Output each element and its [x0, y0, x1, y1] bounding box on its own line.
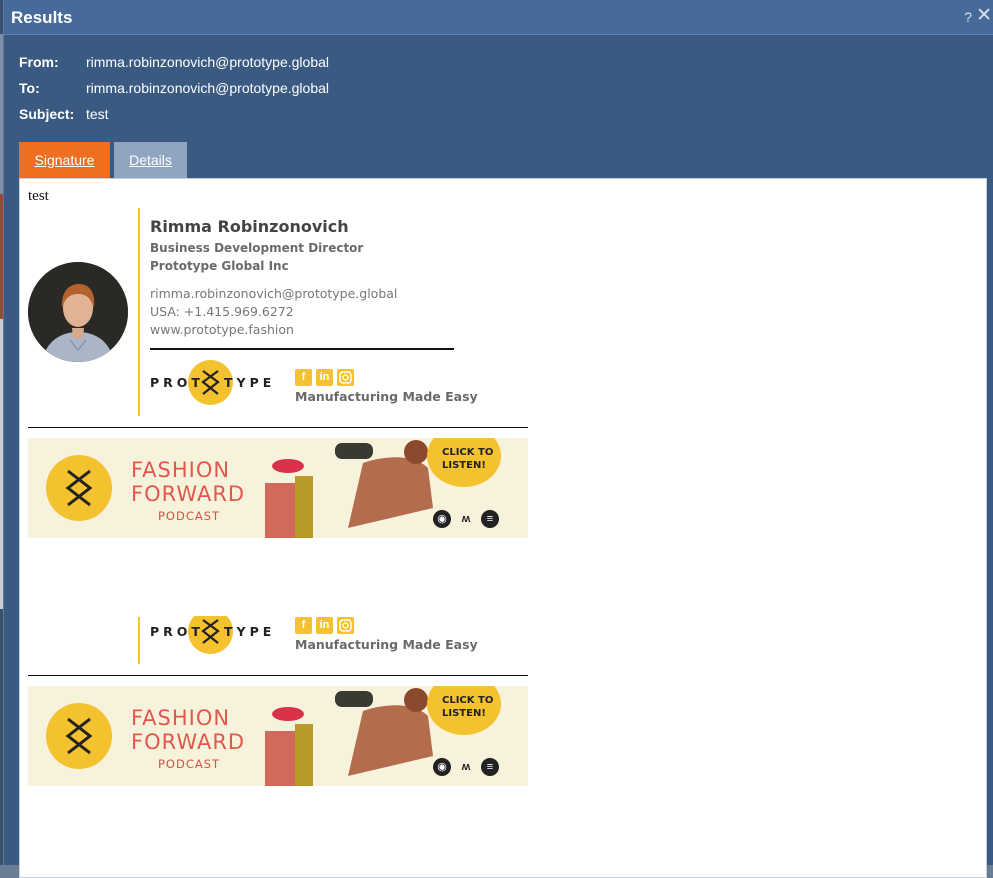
accent-bar-2 — [138, 617, 140, 664]
banner-title-line1-2: FASHION — [131, 706, 231, 730]
cta-line1-2: CLICK TO — [442, 695, 494, 706]
banner-divider-2 — [28, 675, 528, 676]
banner-subtitle: PODCAST — [158, 509, 221, 523]
instagram-icon-2[interactable] — [337, 617, 354, 634]
podcast-banner[interactable]: FASHION FORWARD PODCAST CLICK TO LISTEN!… — [28, 438, 528, 538]
sender-name: Rimma Robinzonovich — [150, 217, 349, 236]
prototype-logo-text-right-2: TYPE — [224, 624, 276, 639]
signature-tagline-2: Manufacturing Made Easy — [295, 637, 478, 652]
sender-title: Business Development Director — [150, 241, 364, 255]
prototype-logo-text-left: PROT — [150, 375, 204, 390]
subject-value: test — [86, 106, 109, 122]
close-icon[interactable]: ✕ — [976, 6, 992, 26]
linkedin-icon-2[interactable]: in — [316, 617, 333, 634]
audible-icon-2[interactable]: ʍ — [457, 758, 475, 776]
spotify-icon-2[interactable]: ≡ — [481, 758, 499, 776]
cta-line2: LISTEN! — [442, 460, 486, 471]
signature-preview: test Rimma Robinzonovich Business Develo… — [19, 178, 987, 878]
banner-title-line2-2: FORWARD — [131, 730, 246, 754]
email-body-text: test — [28, 188, 49, 204]
sender-company: Prototype Global Inc — [150, 259, 289, 273]
linkedin-icon[interactable]: in — [316, 369, 333, 386]
spotify-icon[interactable]: ≡ — [481, 510, 499, 528]
subject-row: Subject: test — [19, 106, 109, 122]
tab-details[interactable]: Details — [114, 142, 187, 178]
podcast-logo-icon-2 — [46, 703, 112, 769]
profile-photo — [28, 262, 128, 362]
podcast-logo-icon — [46, 455, 112, 521]
accent-bar — [138, 208, 140, 416]
sender-website-link[interactable]: www.prototype.fashion — [150, 322, 294, 337]
dialog-title: Results — [11, 8, 73, 27]
from-label: From: — [19, 54, 59, 70]
sender-email-link[interactable]: rimma.robinzonovich@prototype.global — [150, 286, 397, 301]
results-dialog: Results ? ✕ From: rimma.robinzonovich@pro… — [3, 0, 993, 878]
cta-line1: CLICK TO — [442, 447, 494, 458]
instagram-icon[interactable] — [337, 369, 354, 386]
signature-divider — [150, 348, 454, 350]
podcast-banner-2[interactable]: FASHION FORWARD PODCAST CLICK TO LISTEN!… — [28, 686, 528, 786]
sender-phone: USA: +1.415.969.6272 — [150, 304, 294, 319]
apple-podcasts-icon[interactable]: ◉ — [433, 510, 451, 528]
banner-title-line1: FASHION — [131, 458, 231, 482]
clip-mask — [20, 599, 320, 616]
title-bar: Results ? ✕ — [4, 0, 993, 35]
prototype-logo-text-right: TYPE — [224, 375, 276, 390]
to-value: rimma.robinzonovich@prototype.global — [86, 80, 329, 96]
banner-divider — [28, 427, 528, 428]
facebook-icon[interactable]: f — [295, 369, 312, 386]
prototype-logo-text-left-2: PROT — [150, 624, 204, 639]
subject-label: Subject: — [19, 106, 75, 122]
from-value: rimma.robinzonovich@prototype.global — [86, 54, 329, 70]
to-row: To: rimma.robinzonovich@prototype.global — [19, 80, 329, 96]
cta-line2-2: LISTEN! — [442, 708, 486, 719]
banner-subtitle-2: PODCAST — [158, 757, 221, 771]
signature-tagline: Manufacturing Made Easy — [295, 389, 478, 404]
help-icon[interactable]: ? — [964, 9, 972, 25]
apple-podcasts-icon-2[interactable]: ◉ — [433, 758, 451, 776]
audible-icon[interactable]: ʍ — [457, 510, 475, 528]
banner-title-line2: FORWARD — [131, 482, 246, 506]
facebook-icon-2[interactable]: f — [295, 617, 312, 634]
tab-signature[interactable]: Signature — [19, 142, 110, 178]
from-row: From: rimma.robinzonovich@prototype.globa… — [19, 54, 329, 70]
to-label: To: — [19, 80, 40, 96]
